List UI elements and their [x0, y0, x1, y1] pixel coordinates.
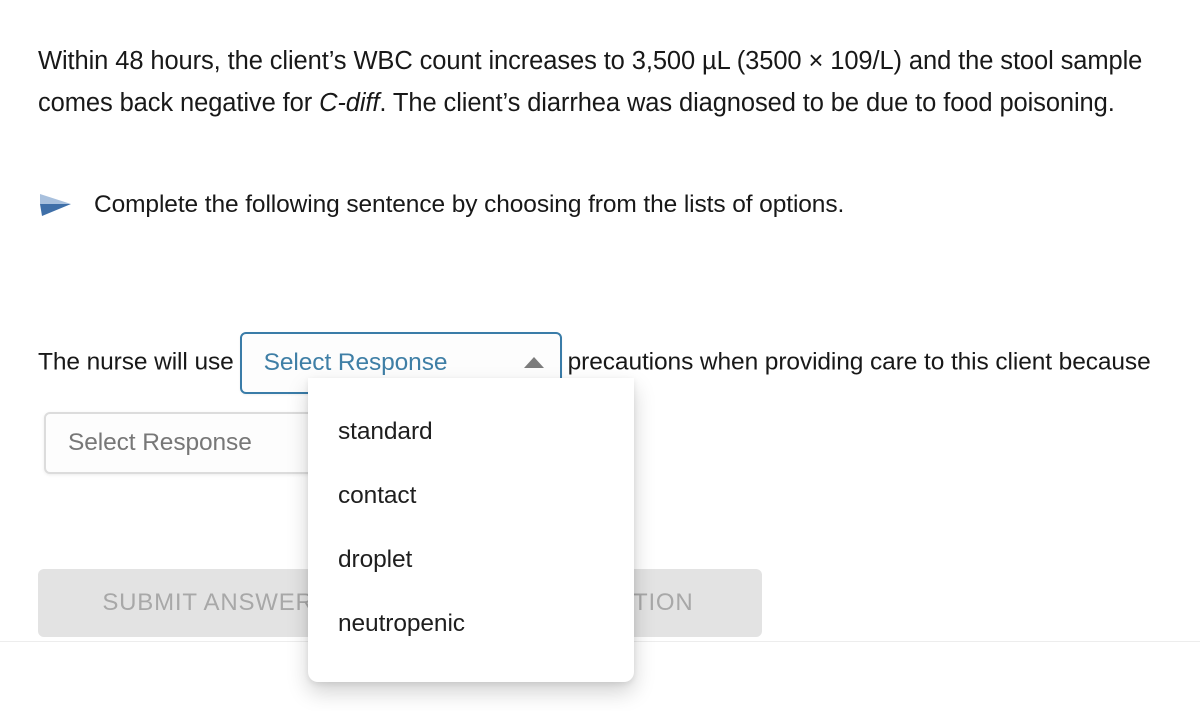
- sentence-fragment-2: precautions when providing care to this …: [567, 348, 1151, 376]
- question-page: Within 48 hours, the client’s WBC count …: [0, 0, 1200, 711]
- option-contact[interactable]: contact: [308, 464, 634, 528]
- option-neutropenic[interactable]: neutropenic: [308, 592, 634, 656]
- instruction-text: Complete the following sentence by choos…: [94, 191, 845, 218]
- option-droplet[interactable]: droplet: [308, 528, 634, 592]
- option-standard[interactable]: standard: [308, 400, 634, 464]
- arrow-right-icon: [38, 191, 74, 219]
- stem-text-part2: . The client’s diarrhea was diagnosed to…: [379, 88, 1115, 117]
- sentence-fragment-1: The nurse will use: [38, 348, 234, 376]
- stem-italic-term: C-diff: [319, 88, 380, 117]
- instruction-line: Complete the following sentence by choos…: [38, 188, 844, 222]
- caret-up-icon: [523, 357, 544, 369]
- response-select-1-menu: standard contact droplet neutropenic: [308, 378, 634, 682]
- question-stem: Within 48 hours, the client’s WBC count …: [38, 40, 1178, 124]
- response-select-2-value: Select Response: [68, 429, 252, 457]
